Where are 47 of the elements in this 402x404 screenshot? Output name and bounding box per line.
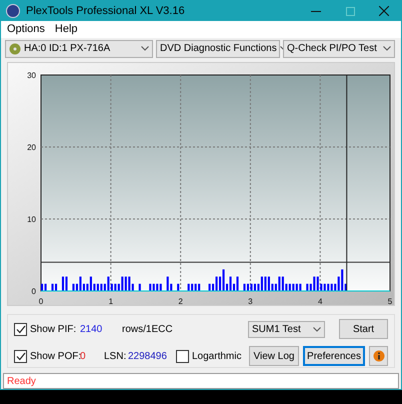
preferences-button[interactable]: Preferences — [303, 346, 365, 366]
disc-icon — [9, 42, 21, 55]
menu-item[interactable]: Options — [7, 21, 45, 38]
menu-item[interactable]: Help — [54, 21, 78, 38]
dropdown-value: HA:0 ID:1 PX-716A — [24, 42, 110, 56]
y-tick-label: 0 — [32, 287, 36, 296]
lsn-value: 2298496 — [128, 350, 168, 364]
pif-bar — [177, 284, 180, 292]
x-tick-label: 3 — [248, 297, 253, 306]
y-tick-label: 10 — [27, 215, 36, 224]
view-log-button[interactable]: View Log — [249, 346, 299, 366]
status-text: Ready — [7, 374, 36, 388]
dropdown-value: Q-Check PI/PO Test — [287, 42, 377, 56]
dropdown[interactable]: DVD Diagnostic Functions — [156, 40, 280, 58]
x-tick-label: 5 — [388, 297, 392, 306]
app-logo-icon — [6, 4, 20, 18]
info-icon — [372, 350, 384, 362]
x-tick-label: 1 — [108, 297, 114, 306]
pif-bar — [138, 284, 141, 292]
pof-value: 0 — [80, 350, 87, 364]
lsn-label: LSN: — [104, 350, 128, 364]
minimize-icon — [311, 10, 321, 12]
pif-value: 2140 — [80, 322, 104, 337]
dropdown[interactable]: Q-Check PI/PO Test — [283, 40, 395, 58]
maximize-icon — [346, 6, 354, 16]
x-tick-label: 0 — [38, 297, 44, 306]
checkbox-label: Logarthmic — [192, 350, 242, 364]
y-tick-label: 20 — [27, 143, 36, 152]
caret-icon — [141, 46, 149, 52]
close-icon — [379, 6, 389, 16]
x-tick-label: 2 — [178, 297, 183, 306]
x-tick-label: 4 — [318, 297, 322, 306]
dropdown-value: DVD Diagnostic Functions — [160, 42, 277, 56]
caret-icon — [313, 326, 321, 332]
start-button[interactable]: Start — [339, 319, 388, 340]
window-title: PlexTools Professional XL V3.16 — [26, 4, 185, 19]
checkbox-label: Show PIF: — [30, 322, 78, 337]
checkbox[interactable] — [14, 350, 27, 363]
info-button[interactable] — [369, 346, 388, 366]
checkbox[interactable] — [14, 322, 27, 336]
checkbox[interactable] — [176, 350, 189, 363]
unit-label: rows/1ECC — [122, 322, 173, 337]
dropdown[interactable]: HA:0 ID:1 PX-716A — [5, 40, 153, 58]
y-tick-label: 30 — [27, 71, 36, 80]
test-dropdown[interactable]: SUM1 Test — [248, 320, 325, 338]
checkbox-label: Show POF: — [30, 350, 80, 364]
caret-icon — [383, 46, 391, 52]
